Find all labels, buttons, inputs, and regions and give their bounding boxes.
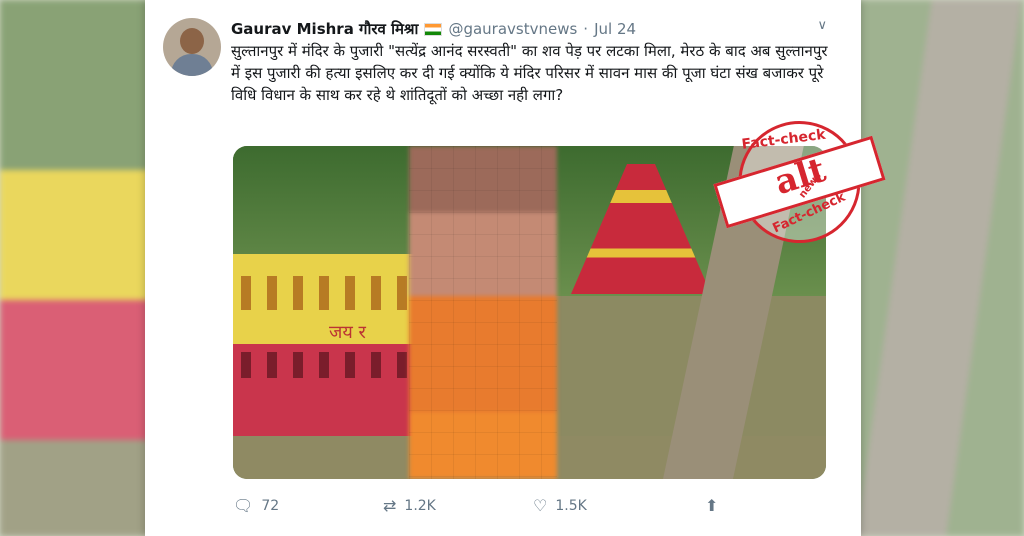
author-handle[interactable]: @gauravstvnews	[448, 20, 577, 38]
share-button[interactable]: ⬆	[705, 496, 718, 515]
retweet-icon: ⇄	[383, 496, 397, 515]
tweet-date[interactable]: Jul 24	[594, 20, 636, 38]
chevron-down-icon[interactable]: ∨	[817, 18, 827, 33]
india-flag-icon	[424, 22, 443, 36]
retweet-count: 1.2K	[404, 497, 436, 514]
reply-count: 72	[261, 497, 280, 514]
reply-button[interactable]: 🗨︎ 72	[233, 496, 279, 515]
tweet-actions: 🗨︎ 72 ⇄ 1.2K ♡ 1.5K ⬆	[233, 496, 793, 516]
tweet-header: Gaurav Mishra गौरव मिश्रा @gauravstvnews…	[231, 19, 636, 39]
tweet-text: सुल्तानपुर में मंदिर के पुजारी "सत्येंद्…	[231, 42, 828, 104]
retweet-button[interactable]: ⇄ 1.2K	[383, 496, 436, 515]
separator-dot: ·	[583, 20, 589, 38]
like-button[interactable]: ♡ 1.5K	[533, 496, 587, 515]
photo-wall-text: जय र	[329, 322, 366, 343]
share-icon: ⬆	[705, 496, 719, 515]
reply-icon: 🗨︎	[233, 496, 254, 515]
tweet-card: Gaurav Mishra गौरव मिश्रा @gauravstvnews…	[145, 0, 861, 536]
avatar[interactable]	[163, 18, 221, 76]
heart-icon: ♡	[533, 496, 548, 515]
like-count: 1.5K	[555, 497, 587, 514]
author-name[interactable]: Gaurav Mishra गौरव मिश्रा	[231, 19, 418, 39]
